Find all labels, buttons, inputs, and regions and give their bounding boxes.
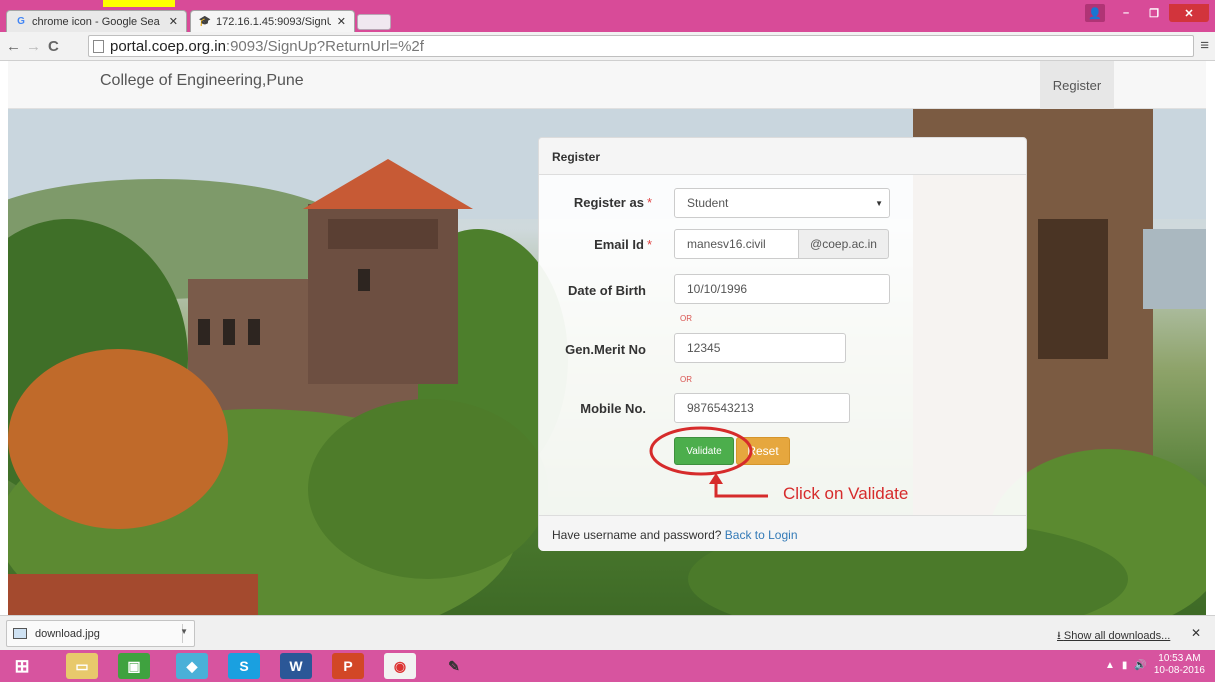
download-item[interactable]: download.jpg ▼ [6, 620, 195, 647]
new-tab-button[interactable] [357, 14, 391, 30]
tab-google-search[interactable]: G chrome icon - Google Sea ✕ [6, 10, 187, 32]
word-icon[interactable]: W [280, 653, 312, 679]
system-tray: ▲ ▮ 🔊 10:53 AM 10-08-2016 [1105, 653, 1205, 677]
forward-arrow-icon[interactable]: → [26, 38, 41, 55]
tab-close-icon[interactable]: ✕ [169, 15, 178, 28]
panel-footer: Have username and password? Back to Logi… [539, 515, 1026, 551]
graduation-cap-icon: 🎓 [198, 16, 212, 27]
address-bar[interactable]: portal.coep.org.in:9093/SignUp?ReturnUrl… [88, 35, 1194, 57]
window-controls: 👤 – ❐ ✕ [1085, 4, 1209, 22]
browser-titlebar: G chrome icon - Google Sea ✕ 🎓 172.16.1.… [0, 0, 1215, 32]
user-profile-icon[interactable]: 👤 [1085, 4, 1105, 22]
close-download-shelf-icon[interactable]: ✕ [1191, 626, 1201, 640]
show-all-downloads-link[interactable]: ⭳ Show all downloads... [1057, 627, 1170, 646]
download-icon: ⭳ [1057, 630, 1064, 642]
volume-icon[interactable]: 🔊 [1134, 660, 1146, 671]
tab-signup[interactable]: 🎓 172.16.1.45:9093/SignUp? ✕ [190, 10, 355, 32]
back-to-login-link[interactable]: Back to Login [725, 528, 798, 542]
reset-button[interactable]: Reset [736, 437, 790, 465]
gen-merit-no-label: Gen.Merit No [565, 342, 646, 357]
chrome-menu-icon[interactable]: ≡ [1200, 37, 1209, 54]
email-domain-addon: @coep.ac.in [798, 229, 889, 259]
or-separator: OR [680, 314, 692, 323]
page-icon [93, 39, 104, 53]
paint-icon[interactable]: ✎ [438, 653, 470, 679]
chrome-icon[interactable]: ◉ [384, 653, 416, 679]
site-brand[interactable]: College of Engineering,Pune [100, 72, 304, 90]
reload-icon[interactable]: C [48, 38, 59, 55]
email-id-label: Email Id * [594, 237, 652, 252]
register-as-label: Register as * [573, 195, 652, 210]
clock[interactable]: 10:53 AM 10-08-2016 [1154, 653, 1205, 677]
store-icon[interactable]: ▣ [118, 653, 150, 679]
panel-title: Register [552, 150, 601, 164]
dropdown-caret-icon: ▼ [875, 199, 883, 208]
back-arrow-icon[interactable]: ← [6, 38, 21, 55]
email-id-input[interactable]: manesv16.civil [674, 229, 799, 259]
annotation-text: Click on Validate [783, 484, 909, 503]
windows-taskbar: ⊞ ▭ ▣ ◆ S W P ◉ ✎ ▲ ▮ 🔊 10:53 AM 10-08-2… [0, 650, 1215, 682]
maximize-icon[interactable]: ❐ [1141, 4, 1167, 22]
yellow-highlight-mark [103, 0, 175, 7]
powerpoint-icon[interactable]: P [332, 653, 364, 679]
mobile-no-label: Mobile No. [580, 401, 646, 416]
browser-toolbar: ← → C portal.coep.org.in:9093/SignUp?Ret… [0, 32, 1215, 61]
network-icon[interactable]: ▮ [1122, 660, 1128, 671]
tab-close-icon[interactable]: ✕ [337, 15, 346, 28]
close-window-icon[interactable]: ✕ [1169, 4, 1209, 22]
download-shelf: download.jpg ▼ ⭳ Show all downloads... ✕ [0, 615, 1215, 650]
date-of-birth-input[interactable]: 10/10/1996 [674, 274, 890, 304]
validate-button[interactable]: Validate [674, 437, 734, 465]
minimize-icon[interactable]: – [1113, 4, 1139, 22]
gen-merit-no-input[interactable]: 12345 [674, 333, 846, 363]
tray-arrow-icon[interactable]: ▲ [1105, 660, 1115, 671]
nav-register-link[interactable]: Register [1040, 61, 1114, 109]
footer-text: Have username and password? [552, 528, 722, 542]
google-g-icon: G [17, 16, 25, 27]
file-explorer-icon[interactable]: ▭ [66, 653, 98, 679]
panel-heading: Register [539, 138, 1026, 175]
date-of-birth-label: Date of Birth [568, 283, 646, 298]
skype-icon[interactable]: S [228, 653, 260, 679]
site-navbar: College of Engineering,Pune Register [8, 61, 1206, 109]
image-file-icon [13, 628, 27, 639]
mobile-no-input[interactable]: 9876543213 [674, 393, 850, 423]
or-separator: OR [680, 375, 692, 384]
photos-icon[interactable]: ◆ [176, 653, 208, 679]
register-as-select[interactable]: Student ▼ [674, 188, 890, 218]
windows-start-icon[interactable]: ⊞ [6, 653, 38, 679]
chevron-down-icon[interactable]: ▼ [180, 627, 188, 636]
